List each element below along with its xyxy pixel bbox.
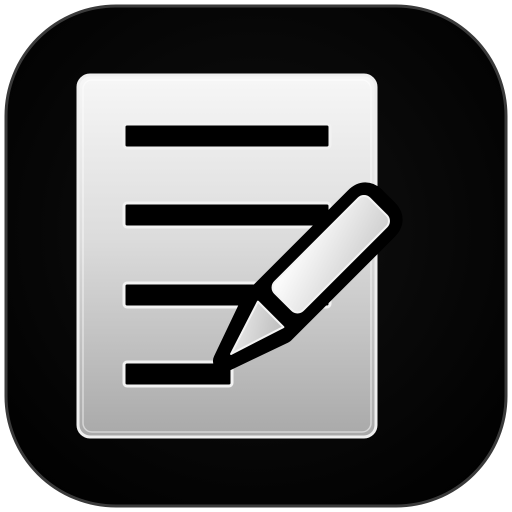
app-icon[interactable] [0, 0, 512, 512]
text-line [122, 122, 332, 150]
edit-document-icon [4, 4, 508, 508]
text-line [122, 201, 332, 229]
